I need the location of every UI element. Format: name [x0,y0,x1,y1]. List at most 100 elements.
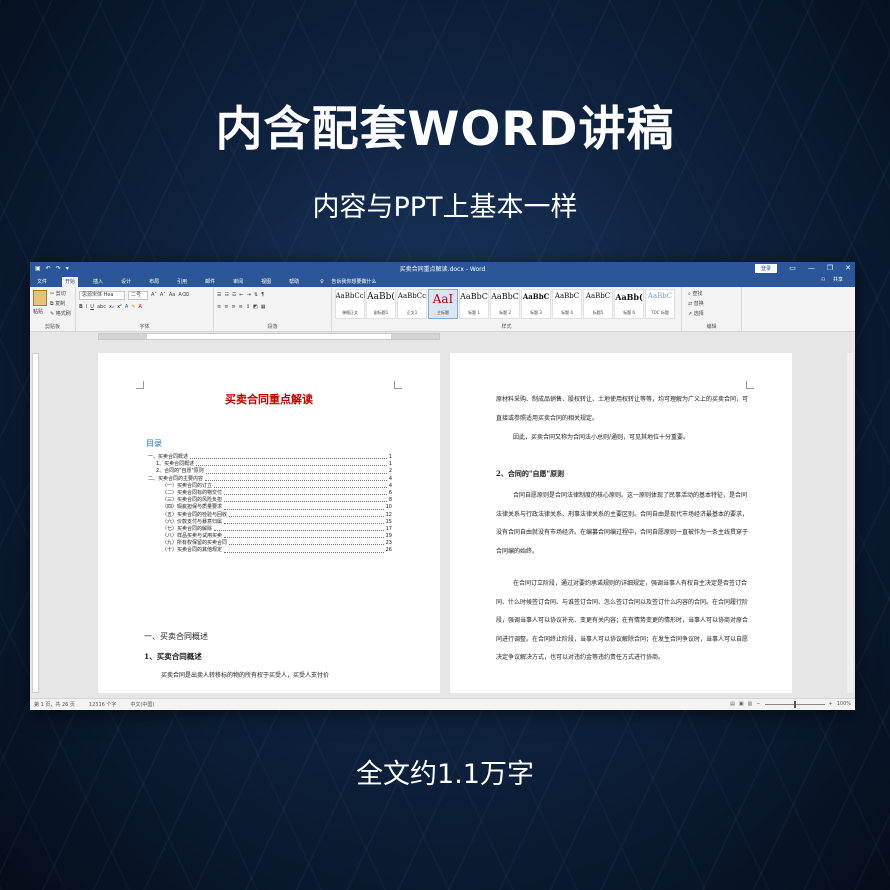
section-heading-1: 一、买卖合同概述 [144,632,208,641]
grow-font-icon[interactable]: A˄ [151,292,157,298]
cut-button[interactable]: ✂ 剪切 [50,290,71,297]
page-count[interactable]: 第 1 页，共 26 页 [34,701,75,708]
tab-file[interactable]: 文件 [34,277,50,287]
bullets-icon[interactable]: ☰ [217,292,221,298]
copy-button[interactable]: ⧉ 复制 [50,300,71,307]
toc-entry[interactable]: （十）买卖合同的其他规定 26 [148,547,392,554]
tab-home[interactable]: 开始 [62,277,79,287]
find-button[interactable]: ⌕ 查找 [688,290,738,297]
margin-corner [746,381,754,389]
tab-references[interactable]: 引用 [174,277,190,287]
toc-entry-text: （四）瑕疵担保与质量要求 [162,504,223,511]
align-center-icon[interactable]: ≡ [224,304,228,310]
font-color-icon[interactable]: A [139,304,142,310]
paste-button[interactable]: 粘贴 [33,308,43,315]
clear-format-icon[interactable]: A⌫ [178,292,189,298]
read-mode-icon[interactable]: ▤ [730,701,735,707]
bold-icon[interactable]: B [79,304,83,310]
zoom-level[interactable]: 100% [837,701,851,707]
multilevel-list-icon[interactable]: ☲ [232,292,236,298]
borders-icon[interactable]: ▦ [261,304,266,310]
style-item[interactable]: AaBbC 标题 4 [552,289,582,319]
subscript-icon[interactable]: x₂ [109,304,114,310]
decrease-indent-icon[interactable]: ⇤ [239,292,243,298]
style-item[interactable]: AaBbCcI 弹格正文 [335,289,365,319]
style-item-selected[interactable]: AaI 主标题 [428,289,458,319]
print-layout-icon[interactable]: ▣ [739,701,744,707]
person-icon: ⚇ [820,277,827,283]
tab-layout[interactable]: 布局 [146,277,162,287]
word-count[interactable]: 12316 个字 [89,701,117,708]
tell-me-box[interactable]: ♀ 告诉我你想要做什么 [314,277,382,287]
tab-review[interactable]: 审阅 [230,277,246,287]
show-marks-icon[interactable]: ¶ [261,292,264,298]
shrink-font-icon[interactable]: A˅ [160,292,166,298]
close-icon[interactable]: ✕ [845,262,851,275]
horizontal-ruler[interactable] [30,332,855,341]
sort-icon[interactable]: ⇅ [254,292,258,298]
style-item[interactable]: AaBb(标题 6 [614,289,644,319]
scissors-icon: ✂ [50,291,55,297]
styles-group: AaBbCcI 弹格正文 AaBb(副标题1 AaBbCc 正文1 AaI 主标题 A… [332,287,682,331]
text-effects-icon[interactable]: A [125,304,128,310]
tab-design[interactable]: 设计 [118,277,134,287]
maximize-icon[interactable]: ❐ [827,262,833,275]
toc-leader [214,483,387,488]
toc-entry[interactable]: （四）瑕疵担保与质量要求 10 [148,504,392,511]
tab-help[interactable]: 帮助 [286,277,302,287]
zoom-out-icon[interactable]: − [756,701,760,707]
section-heading: 2、合同的"自愿"原则 [496,469,565,478]
vertical-ruler[interactable] [32,353,39,693]
language[interactable]: 中文(中国) [130,701,154,708]
style-item[interactable]: AaBbC 标题5 [583,289,613,319]
toc-entry[interactable]: 2、合同的"自愿"原则 2 [148,468,392,475]
style-item[interactable]: AaBbCc 正文1 [397,289,427,319]
page-2[interactable]: 原材料采购、制成品销售、股权转让、土地使用权转让等等，均可理解为广义上的买卖合同… [450,353,792,693]
line-spacing-icon[interactable]: ↕ [246,304,250,310]
page-1[interactable]: 买卖合同重点解读 目录 一、买卖合同概述 1 1、买卖合同概述 1 2、合同的"自愿"原… [98,353,440,693]
style-item[interactable]: AaBb(副标题1 [366,289,396,319]
subline: 内容与PPT上基本一样 [312,192,578,223]
toc-entry[interactable]: （六）价款支付与暴意归属 15 [148,519,392,526]
justify-icon[interactable]: ≡ [239,304,243,310]
italic-icon[interactable]: I [86,304,87,310]
ribbon-tabs: 文件 开始 插入 设计 布局 引用 邮件 审阅 视图 帮助 ♀ 告诉我你想要做什… [30,275,855,287]
superscript-icon[interactable]: x² [117,304,122,310]
style-item[interactable]: AaBbC 标题 2 [490,289,520,319]
strikethrough-icon[interactable]: abc [97,304,106,310]
tab-insert[interactable]: 插入 [90,277,106,287]
toc-entry[interactable]: 二、买卖合同的主要内容 4 [148,476,392,483]
increase-indent-icon[interactable]: ⇥ [247,292,251,298]
style-item[interactable]: AaBbC TOC 标题 [645,289,675,319]
align-right-icon[interactable]: ≡ [231,304,235,310]
zoom-in-icon[interactable]: + [829,701,833,707]
style-item[interactable]: AaBbC 标题 3 [521,289,551,319]
format-painter-button[interactable]: ✎ 格式刷 [50,310,71,317]
select-button[interactable]: ➚ 选择 [688,310,738,317]
highlight-icon[interactable]: ✎ [131,304,135,310]
numbering-icon[interactable]: ☷ [224,292,228,298]
login-button[interactable]: 登录 [754,264,777,273]
shading-icon[interactable]: ◩ [253,304,258,310]
share-button[interactable]: ⚇ 共享 [815,275,849,285]
toc-entry[interactable]: （七）买卖合同的解除 17 [148,526,392,533]
replace-button[interactable]: ⇄ 替换 [688,300,738,307]
tab-view[interactable]: 视图 [258,277,274,287]
minimize-icon[interactable]: — [808,262,815,275]
zoom-slider[interactable] [764,700,825,708]
vertical-scrollbar[interactable] [847,353,853,693]
font-size-select[interactable]: 二号 [128,290,148,300]
headline: 内含配套WORD讲稿 [215,102,675,157]
toc-entry[interactable]: （五）买卖合同的检验与回收 12 [148,512,392,519]
align-left-icon[interactable]: ≡ [217,304,221,310]
underline-icon[interactable]: U [90,304,94,310]
toc-entry[interactable]: （一）买卖合同的订立 4 [148,483,392,490]
title-bar: ▣ ↶ ↷ ▾ 买卖合同重点解读.docx - Word 登录 ▭ — ❐ ✕ [30,262,855,275]
ribbon-display-icon[interactable]: ▭ [789,262,796,275]
font-name-select[interactable]: 思源宋体 Hea [79,290,125,300]
web-layout-icon[interactable]: ▥ [748,701,753,707]
tab-mailings[interactable]: 邮件 [202,277,218,287]
paste-icon[interactable] [33,290,47,306]
change-case-icon[interactable]: Aa [169,292,175,298]
style-item[interactable]: AaBbC 标题 1 [459,289,489,319]
